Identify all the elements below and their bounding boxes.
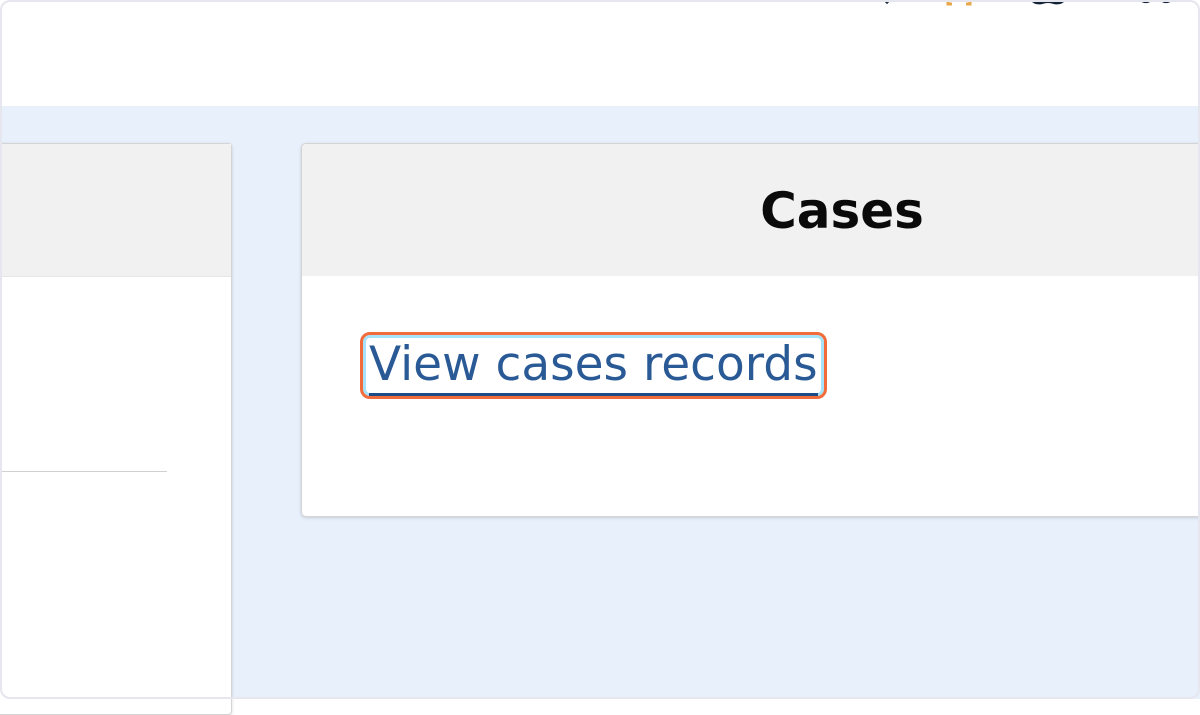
divider: [0, 471, 167, 472]
left-card: [0, 143, 232, 715]
brackets-icon[interactable]: [942, 0, 976, 6]
top-bar: [0, 0, 1200, 106]
left-card-header: [0, 144, 231, 277]
cases-card-title: Cases: [760, 182, 924, 240]
user-icon[interactable]: [1136, 0, 1176, 6]
view-cases-records-link[interactable]: View cases records: [369, 337, 818, 396]
link-highlight: View cases records: [360, 332, 827, 399]
group-icon[interactable]: [1028, 0, 1068, 6]
cases-card: Cases View cases records: [301, 143, 1200, 517]
chevron-down-icon[interactable]: [875, 0, 899, 6]
cases-card-header: Cases: [302, 144, 1200, 276]
